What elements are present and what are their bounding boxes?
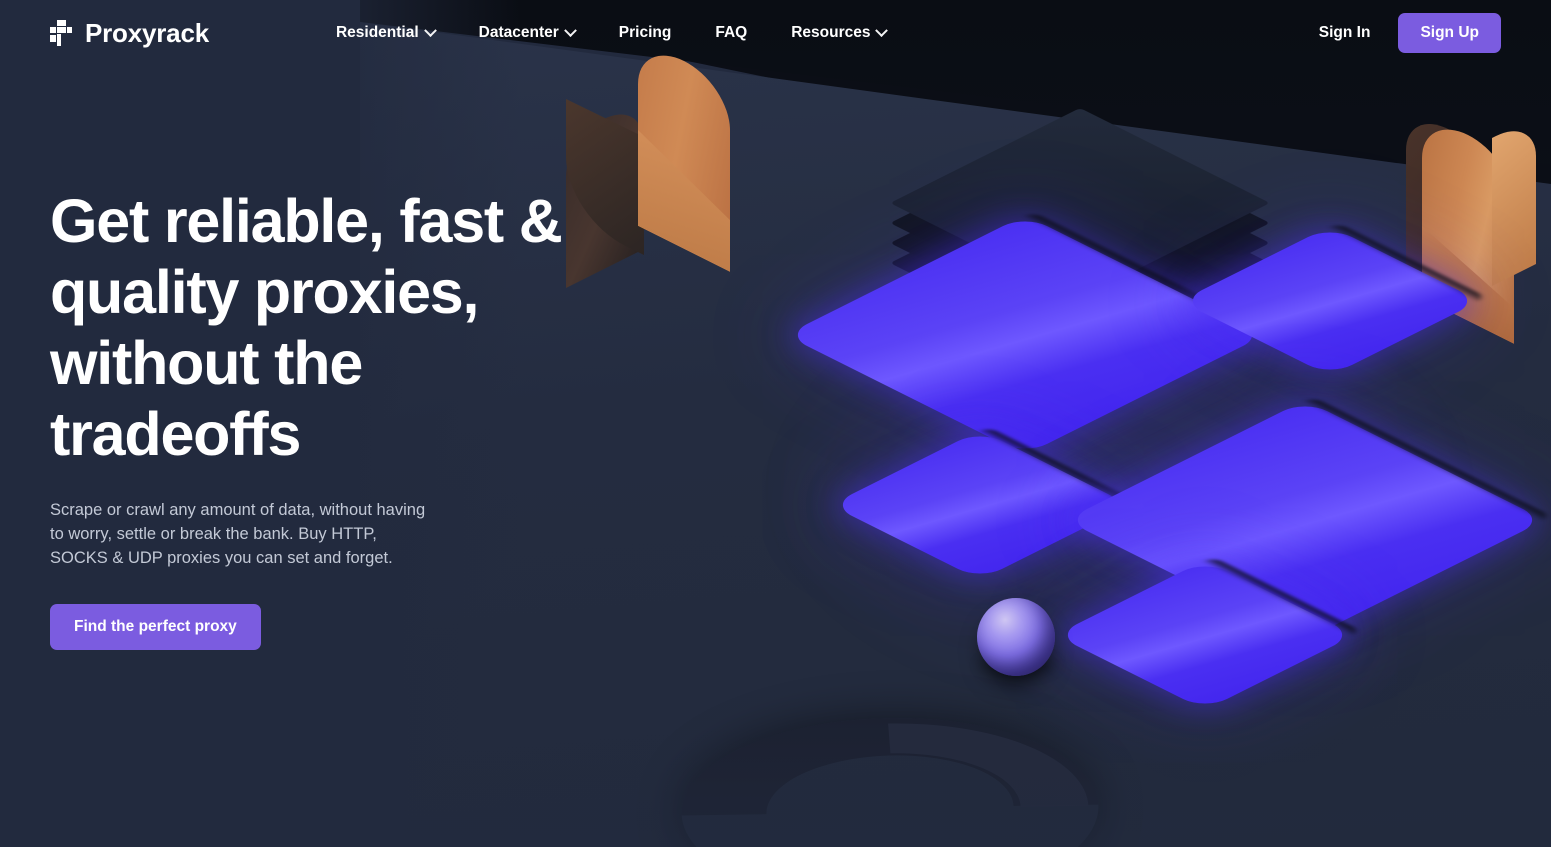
nav-item-datacenter[interactable]: Datacenter bbox=[457, 16, 597, 50]
sign-in-link[interactable]: Sign In bbox=[1313, 16, 1377, 50]
brand-name: Proxyrack bbox=[85, 17, 209, 48]
nav-item-resources[interactable]: Resources bbox=[769, 16, 908, 50]
sign-up-button[interactable]: Sign Up bbox=[1398, 13, 1501, 53]
hero-section: Get reliable, fast & quality proxies, wi… bbox=[50, 186, 670, 650]
landing-page: Proxyrack Residential Datacenter Pricing… bbox=[0, 0, 1551, 847]
brand-logo[interactable]: Proxyrack bbox=[50, 18, 209, 49]
nav-label: Resources bbox=[791, 24, 871, 41]
scene-bottom-fade bbox=[0, 717, 1551, 847]
server-stack bbox=[890, 60, 1270, 378]
nav-item-pricing[interactable]: Pricing bbox=[597, 16, 694, 50]
chevron-down-icon bbox=[875, 23, 889, 37]
chevron-down-icon bbox=[563, 23, 577, 37]
nav-label: FAQ bbox=[715, 24, 748, 41]
purple-sphere bbox=[977, 598, 1055, 676]
primary-nav: Residential Datacenter Pricing FAQ Resou… bbox=[314, 16, 909, 50]
site-header: Proxyrack Residential Datacenter Pricing… bbox=[0, 0, 1551, 66]
arch-right-side bbox=[1492, 116, 1536, 286]
nav-label: Datacenter bbox=[478, 24, 559, 41]
nav-item-residential[interactable]: Residential bbox=[314, 16, 457, 50]
find-the-perfect-proxy-button[interactable]: Find the perfect proxy bbox=[50, 604, 261, 650]
hero-subtext: Scrape or crawl any amount of data, with… bbox=[50, 501, 426, 567]
auth-actions: Sign In Sign Up bbox=[1313, 13, 1501, 53]
proxyrack-blocks-logo-icon bbox=[50, 20, 72, 46]
chevron-down-icon bbox=[423, 23, 437, 37]
nav-label: Residential bbox=[335, 24, 419, 41]
nav-label: Pricing bbox=[618, 24, 672, 41]
nav-item-faq[interactable]: FAQ bbox=[693, 16, 769, 50]
hero-headline: Get reliable, fast & quality proxies, wi… bbox=[50, 187, 563, 468]
